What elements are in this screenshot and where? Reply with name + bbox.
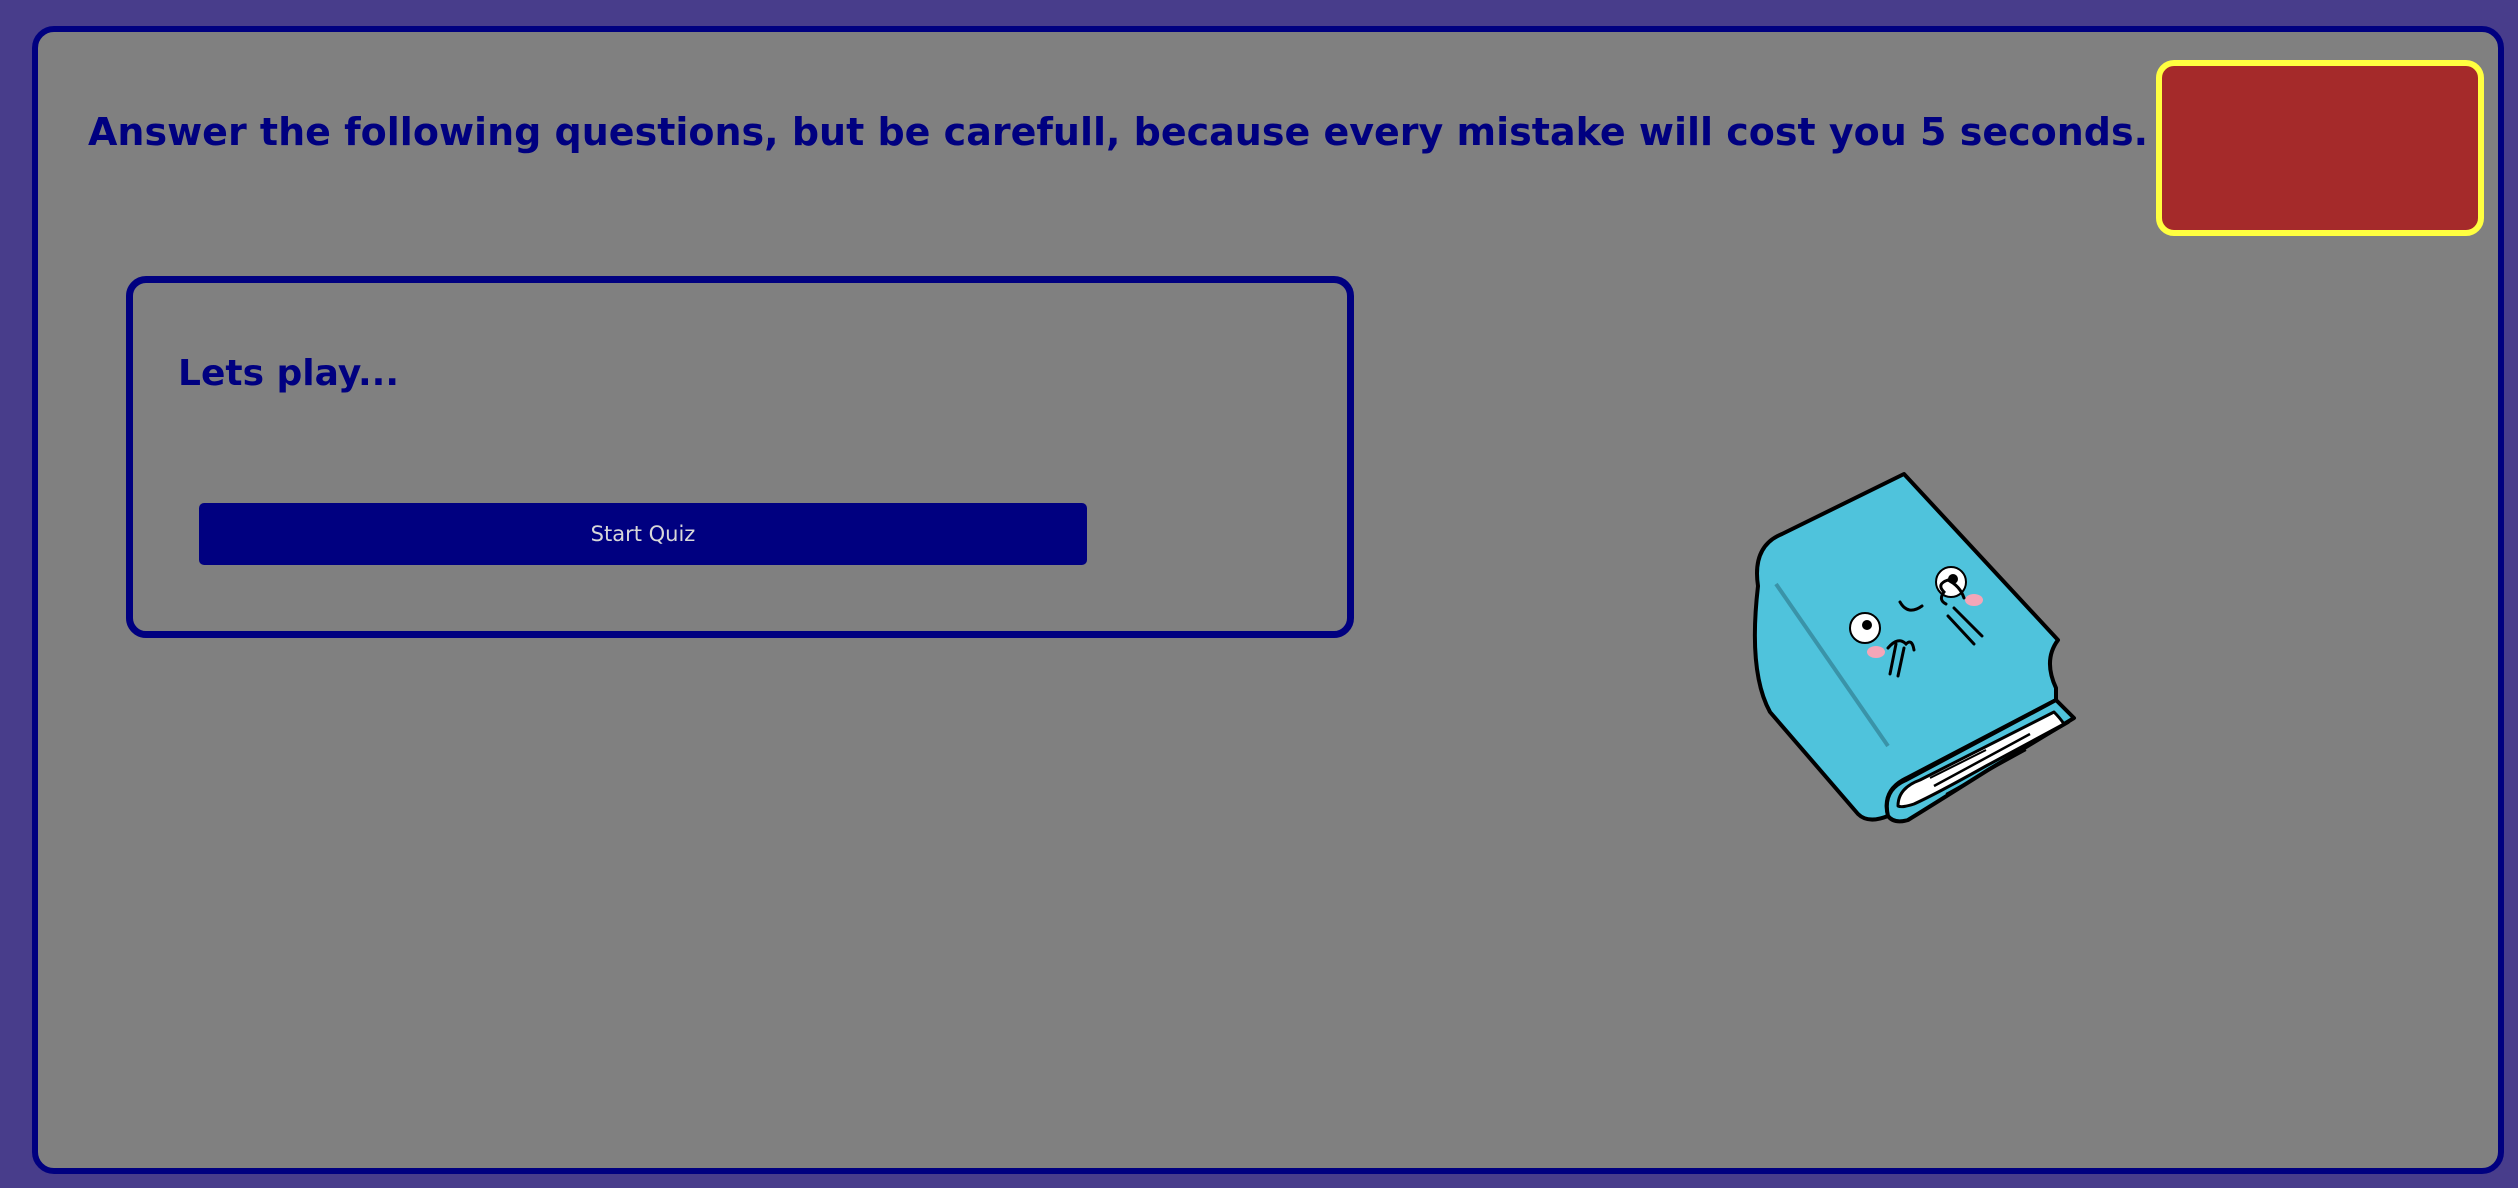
cartoon-book-icon bbox=[1752, 472, 2076, 824]
instructions-text: Answer the following questions, but be c… bbox=[88, 110, 2391, 154]
timer-box bbox=[2156, 60, 2484, 236]
quiz-card: Lets play... Start Quiz bbox=[126, 276, 1354, 638]
start-quiz-button[interactable]: Start Quiz bbox=[199, 503, 1087, 565]
quiz-heading: Lets play... bbox=[178, 353, 400, 394]
main-frame: Answer the following questions, but be c… bbox=[32, 26, 2504, 1174]
